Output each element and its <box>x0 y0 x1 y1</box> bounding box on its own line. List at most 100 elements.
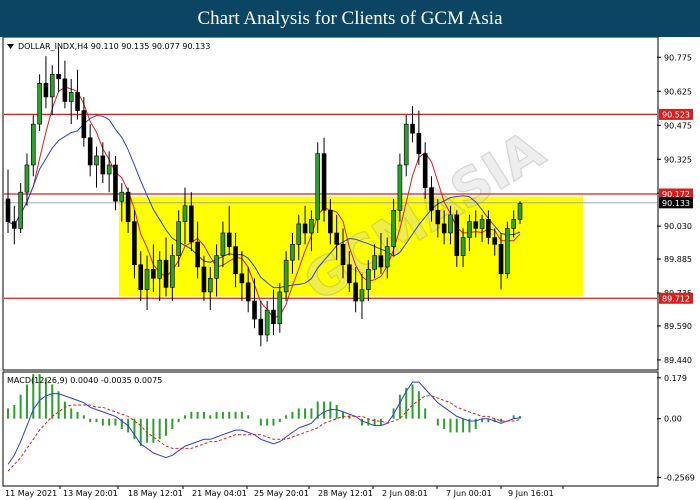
x-tick-label: 28 May 12:01 <box>318 489 373 498</box>
candle <box>315 142 321 233</box>
candle-body <box>435 210 441 225</box>
candle <box>505 221 510 279</box>
candle-body <box>296 223 302 245</box>
candle-body <box>290 244 295 261</box>
candle-body <box>359 289 365 302</box>
candle-body <box>245 282 251 302</box>
candle-body <box>12 221 17 229</box>
x-tick-label: 18 May 12:01 <box>128 489 183 498</box>
candle-body <box>302 223 308 234</box>
candle-body <box>100 155 106 175</box>
candle-body <box>365 268 371 290</box>
page-title: Chart Analysis for Clients of GCM Asia <box>0 0 700 37</box>
candle-body <box>18 191 23 229</box>
candle-body <box>132 221 137 266</box>
candle-body <box>157 259 163 279</box>
candle-body <box>353 282 358 302</box>
candle-body <box>321 153 327 211</box>
candle-body <box>258 318 264 336</box>
candle-body <box>486 219 491 238</box>
candle-body <box>43 83 49 98</box>
candle-body <box>328 210 333 234</box>
x-tick-label: 11 May 2021 <box>5 489 57 498</box>
level-price-label: 90.523 <box>662 110 690 119</box>
candle-body <box>75 92 80 111</box>
candle-body <box>473 221 479 229</box>
y-tick-label: 89.440 <box>664 356 692 365</box>
y-tick-label: 90.625 <box>664 87 692 96</box>
candle-body <box>189 205 194 243</box>
macd-panel <box>2 371 659 487</box>
x-tick-label: 7 Jun 00:01 <box>446 489 492 498</box>
candle-body <box>239 273 245 284</box>
y-tick-label: 90.475 <box>664 121 692 130</box>
symbol-header: DOLLAR_INDX,H4 90.110 90.135 90.077 90.1… <box>18 42 210 51</box>
candle-body <box>492 237 498 245</box>
level-price-label: 89.712 <box>662 294 690 303</box>
candle-body <box>119 191 125 202</box>
candle-body <box>479 219 485 229</box>
macd-y-tick-label: 0.179 <box>664 374 687 383</box>
candle-body <box>378 255 384 268</box>
y-tick-label: 89.590 <box>664 322 692 331</box>
candle-body <box>37 83 42 125</box>
y-tick-label: 90.030 <box>664 222 692 231</box>
candle-body <box>220 232 226 256</box>
candle-body <box>49 73 55 98</box>
y-tick-label: 90.325 <box>664 155 692 164</box>
candle-body <box>182 205 188 222</box>
candle-body <box>68 92 74 102</box>
candle-body <box>498 244 504 275</box>
candle-body <box>271 309 276 324</box>
x-tick-label: 25 May 20:01 <box>254 489 309 498</box>
candle-body <box>62 78 68 102</box>
candle-body <box>347 264 352 284</box>
candle-body <box>113 164 118 202</box>
candle-body <box>505 228 510 275</box>
candle-body <box>56 73 61 80</box>
macd-y-tick-label: 0.00 <box>664 415 682 424</box>
current-price-label: 90.133 <box>662 199 690 208</box>
candle-body <box>410 123 415 134</box>
candle-body <box>511 219 516 229</box>
candle-body <box>334 232 339 245</box>
candle-body <box>176 221 181 256</box>
candle-body <box>448 214 453 234</box>
candle-body <box>5 198 11 222</box>
candle-body <box>195 241 200 268</box>
candle-body <box>397 164 403 211</box>
candle-body <box>283 259 289 293</box>
candle-body <box>233 246 238 275</box>
candle-body <box>138 264 144 290</box>
candle-body <box>24 164 30 193</box>
candle-body <box>201 266 207 293</box>
y-tick-label: 89.885 <box>664 255 692 264</box>
candle-body <box>144 268 150 290</box>
candle-body <box>441 223 447 234</box>
candle-body <box>340 244 346 266</box>
candle-body <box>106 164 112 175</box>
candle-body <box>403 123 409 166</box>
x-tick-label: 13 May 20:01 <box>63 489 118 498</box>
x-tick-label: 2 Jun 08:01 <box>382 489 428 498</box>
candle-body <box>454 214 460 256</box>
candle-body <box>125 191 131 222</box>
y-tick-label: 90.775 <box>664 53 692 62</box>
candle-body <box>391 210 396 247</box>
candle-body <box>226 232 232 247</box>
candle-body <box>309 219 314 234</box>
candle-body <box>151 268 156 279</box>
chart-figure: GCMASIA 90.77590.62590.47590.32590.17590… <box>0 37 700 500</box>
x-tick-label: 9 Jun 16:01 <box>508 489 554 498</box>
candle-body <box>30 123 36 166</box>
candle-body <box>81 110 87 139</box>
candle-body <box>264 309 270 336</box>
candle-body <box>422 153 428 188</box>
candle-body <box>163 259 169 288</box>
candle-body <box>315 153 321 220</box>
macd-label: MACD(12,26,9) 0.0040 -0.0035 0.0075 <box>7 376 162 385</box>
candle-body <box>94 155 99 166</box>
candle-body <box>252 300 257 320</box>
candle-body <box>429 187 434 211</box>
candle-body <box>372 255 377 270</box>
